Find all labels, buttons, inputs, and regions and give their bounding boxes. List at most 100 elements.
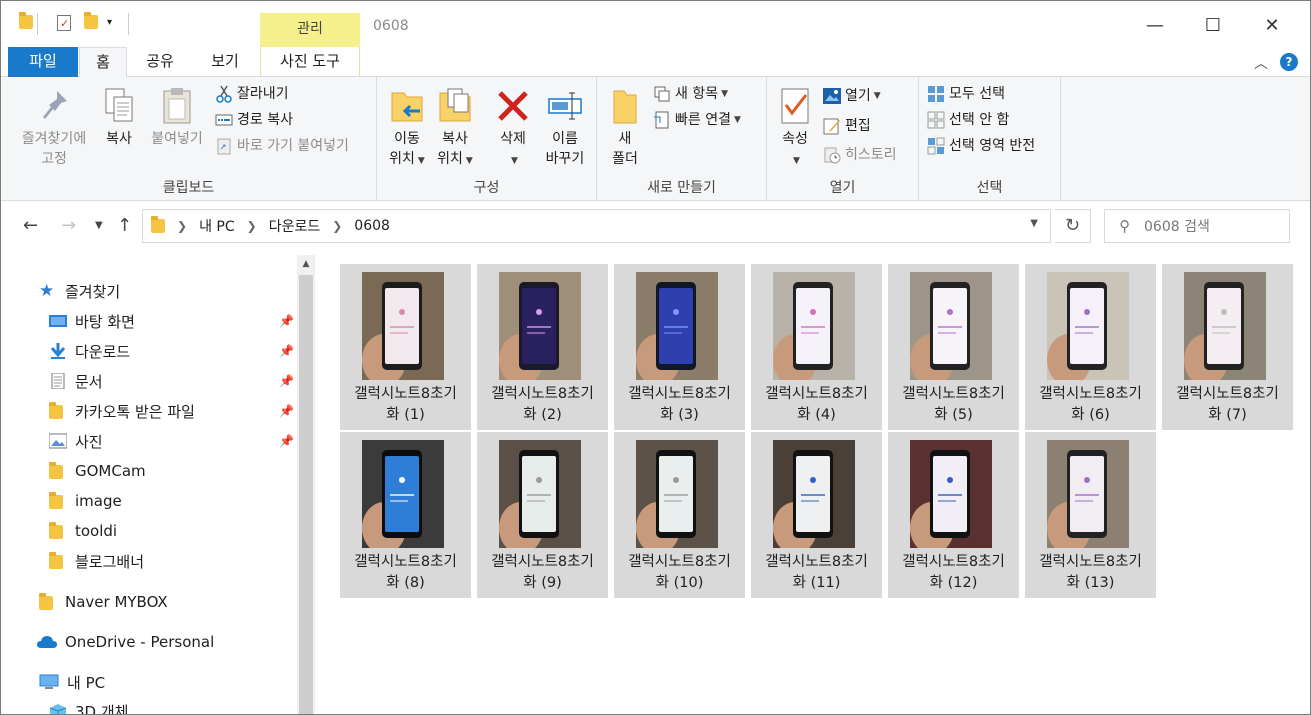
file-tile[interactable]: 갤럭시노트8초기 화 (8) <box>340 432 471 598</box>
file-tile[interactable]: 갤럭시노트8초기 화 (5) <box>888 264 1019 430</box>
nav-item-pictures[interactable]: 사진 <box>48 428 103 454</box>
nav-3d-objects[interactable]: 3D 개체 <box>49 698 128 714</box>
select-none-button[interactable]: 선택 안 함 <box>927 109 1009 131</box>
collapse-ribbon-icon[interactable]: ︿ <box>1254 53 1268 73</box>
file-tile[interactable]: 갤럭시노트8초기 화 (11) <box>751 432 882 598</box>
move-to-label-2: 위치 <box>389 151 415 167</box>
delete-x-icon <box>496 87 530 125</box>
desktop-icon <box>49 313 67 329</box>
new-folder-quick-icon[interactable] <box>84 12 98 29</box>
file-name-line-2: 화 (10) <box>655 575 704 591</box>
address-dropdown-icon[interactable]: ▼ <box>1030 218 1038 229</box>
file-tile[interactable]: 갤럭시노트8초기 화 (6) <box>1025 264 1156 430</box>
star-icon: ★ <box>39 281 55 301</box>
new-item-button[interactable]: 새 항목 ▼ <box>653 83 728 105</box>
help-icon[interactable]: ? <box>1280 53 1298 71</box>
nav-item-blog-banner[interactable]: 블로그배너 <box>49 548 144 574</box>
invert-selection-button[interactable]: 선택 영역 반전 <box>927 135 1035 157</box>
file-name-line-2: 화 (7) <box>1208 407 1247 423</box>
move-to-label-1: 이동 <box>394 131 420 147</box>
rename-button[interactable]: 이름 바꾸기 <box>539 87 591 169</box>
nav-item-kakaotalk-files[interactable]: 카카오톡 받은 파일 <box>49 398 195 424</box>
recent-locations-chevron-icon[interactable]: ▼ <box>95 220 103 231</box>
address-bar[interactable]: ❯ 내 PC ❯ 다운로드 ❯ 0608 ▼ <box>142 209 1051 243</box>
file-tile[interactable]: 갤럭시노트8초기 화 (2) <box>477 264 608 430</box>
tab-home[interactable]: 홈 <box>79 47 127 78</box>
pin-icon[interactable]: 📌 <box>279 344 294 358</box>
new-folder-button[interactable]: 새 폴더 <box>605 87 645 169</box>
new-folder-label-2: 폴더 <box>612 151 638 167</box>
scrollbar-thumb[interactable] <box>299 275 313 714</box>
nav-item-tooldi[interactable]: tooldi <box>49 518 117 544</box>
customize-toolbar-icon[interactable]: ▾ <box>107 17 112 28</box>
pin-icon[interactable]: 📌 <box>279 314 294 328</box>
file-name-line-1: 갤럭시노트8초기 <box>628 554 731 570</box>
tab-file[interactable]: 파일 <box>8 47 78 77</box>
breadcrumb-separator-icon[interactable]: ❯ <box>332 219 342 233</box>
delete-button[interactable]: 삭제 ▼ <box>493 87 533 171</box>
file-tile[interactable]: 갤럭시노트8초기 화 (7) <box>1162 264 1293 430</box>
refresh-icon[interactable]: ↻ <box>1055 209 1091 243</box>
maximize-button[interactable]: ☐ <box>1190 11 1236 41</box>
close-button[interactable]: ✕ <box>1249 11 1295 41</box>
search-box[interactable]: ⚲ 0608 검색 <box>1104 209 1290 243</box>
file-tile[interactable]: 갤럭시노트8초기 화 (1) <box>340 264 471 430</box>
scroll-up-icon[interactable]: ▲ <box>297 255 315 273</box>
file-tile[interactable]: 갤럭시노트8초기화 (10) <box>614 432 745 598</box>
forward-arrow-icon[interactable]: → <box>61 215 76 236</box>
nav-item-downloads[interactable]: 다운로드 <box>49 338 130 364</box>
history-button[interactable]: 히스토리 <box>823 144 897 166</box>
nav-item-desktop[interactable]: 바탕 화면 <box>49 308 135 334</box>
move-to-button[interactable]: 이동 위치 ▼ <box>387 87 427 171</box>
properties-label: 속성 <box>782 131 808 147</box>
pin-icon[interactable]: 📌 <box>279 374 294 388</box>
properties-quick-icon[interactable]: ✓ <box>57 15 71 31</box>
file-name-label: 갤럭시노트8초기 화 (9) <box>477 552 608 594</box>
open-button[interactable]: 열기 ▼ <box>823 85 881 107</box>
nav-mybox-label: Naver MYBOX <box>65 593 168 611</box>
nav-item-label: 카카오톡 받은 파일 <box>75 402 195 421</box>
pin-icon[interactable]: 📌 <box>279 404 294 418</box>
minimize-button[interactable]: — <box>1132 11 1178 41</box>
cut-label: 잘라내기 <box>237 86 289 102</box>
up-arrow-icon[interactable]: ↑ <box>117 215 132 236</box>
nav-naver-mybox[interactable]: Naver MYBOX <box>39 589 168 615</box>
back-arrow-icon[interactable]: ← <box>23 215 38 236</box>
file-tile[interactable]: 갤럭시노트8초기 화 (9) <box>477 432 608 598</box>
copy-to-button[interactable]: 복사 위치 ▼ <box>435 87 475 171</box>
manage-context-tab[interactable]: 관리 <box>260 13 360 47</box>
tab-share[interactable]: 공유 <box>137 47 183 77</box>
nav-quick-access[interactable]: ★ 즐겨찾기 <box>39 278 120 304</box>
easy-access-button[interactable]: 빠른 연결 ▼ <box>653 109 741 131</box>
nav-item-image[interactable]: image <box>49 488 122 514</box>
breadcrumb-separator-icon[interactable]: ❯ <box>177 219 187 233</box>
select-all-button[interactable]: 모두 선택 <box>927 83 1005 105</box>
download-arrow-icon <box>49 343 67 359</box>
file-tile[interactable]: 갤럭시노트8초기 화 (4) <box>751 264 882 430</box>
file-tile[interactable]: 갤럭시노트8초기 화 (3) <box>614 264 745 430</box>
nav-item-documents[interactable]: 문서 <box>49 368 103 394</box>
breadcrumb-separator-icon[interactable]: ❯ <box>247 219 257 233</box>
file-tile[interactable]: 갤럭시노트8초기 화 (12) <box>888 432 1019 598</box>
file-name-line-1: 갤럭시노트8초기 <box>902 386 1005 402</box>
cut-button[interactable]: 잘라내기 <box>215 83 289 105</box>
nav-item-gomcam[interactable]: GOMCam <box>49 458 146 484</box>
tab-view[interactable]: 보기 <box>199 47 251 77</box>
nav-this-pc[interactable]: 내 PC <box>39 669 105 695</box>
tab-picture-tools[interactable]: 사진 도구 <box>260 47 360 77</box>
breadcrumb-this-pc[interactable]: 내 PC <box>199 216 235 236</box>
breadcrumb-downloads[interactable]: 다운로드 <box>269 216 321 236</box>
file-tile[interactable]: 갤럭시노트8초기 화 (13) <box>1025 432 1156 598</box>
breadcrumb-0608[interactable]: 0608 <box>354 218 390 234</box>
nav-item-label: image <box>75 492 122 510</box>
edit-button[interactable]: 편집 <box>823 115 871 137</box>
pin-icon[interactable]: 📌 <box>279 434 294 448</box>
properties-button[interactable]: 속성 ▼ <box>775 87 815 171</box>
paste-button[interactable]: 붙여넣기 <box>145 87 209 149</box>
copy-path-button[interactable]: 경로 복사 <box>215 109 293 131</box>
nav-scrollbar[interactable]: ▲ <box>297 255 315 714</box>
pin-to-quick-access-button[interactable]: 즐겨찾기에 고정 <box>15 87 93 169</box>
paste-shortcut-button[interactable]: 바로 가기 붙여넣기 <box>215 135 349 157</box>
copy-button[interactable]: 복사 <box>99 87 139 149</box>
nav-onedrive[interactable]: OneDrive - Personal <box>37 629 214 655</box>
